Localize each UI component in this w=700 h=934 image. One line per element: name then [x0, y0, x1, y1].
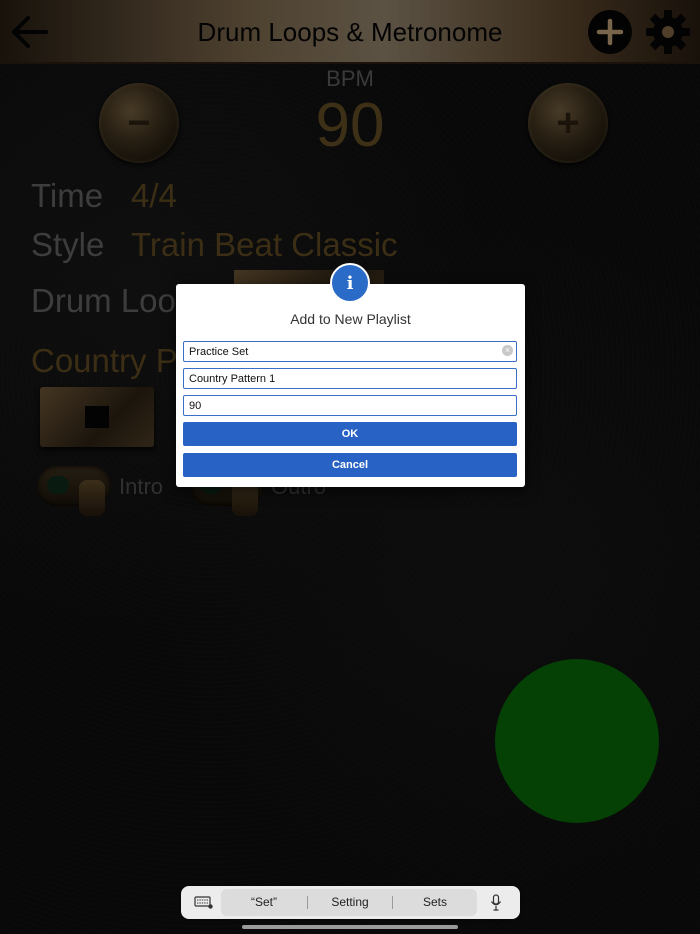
suggestion-3[interactable]: Sets: [413, 895, 457, 909]
info-icon: i: [330, 263, 370, 303]
add-playlist-dialog: Add to New Playlist × OK Cancel: [176, 284, 525, 487]
playlist-name-input[interactable]: [183, 341, 517, 362]
dialog-title: Add to New Playlist: [290, 311, 411, 327]
suggestion-2[interactable]: Setting: [323, 895, 377, 909]
pattern-input[interactable]: [183, 368, 517, 389]
keyboard-suggestion-bar: “Set” Setting Sets: [181, 886, 520, 919]
clear-text-icon[interactable]: ×: [502, 345, 513, 356]
bpm-input[interactable]: [183, 395, 517, 416]
cancel-button[interactable]: Cancel: [183, 453, 517, 477]
microphone-icon[interactable]: [490, 894, 502, 917]
ok-button[interactable]: OK: [183, 422, 517, 446]
suggestion-1[interactable]: “Set”: [239, 895, 289, 909]
home-indicator: [242, 925, 458, 929]
keyboard-icon[interactable]: [194, 895, 214, 915]
